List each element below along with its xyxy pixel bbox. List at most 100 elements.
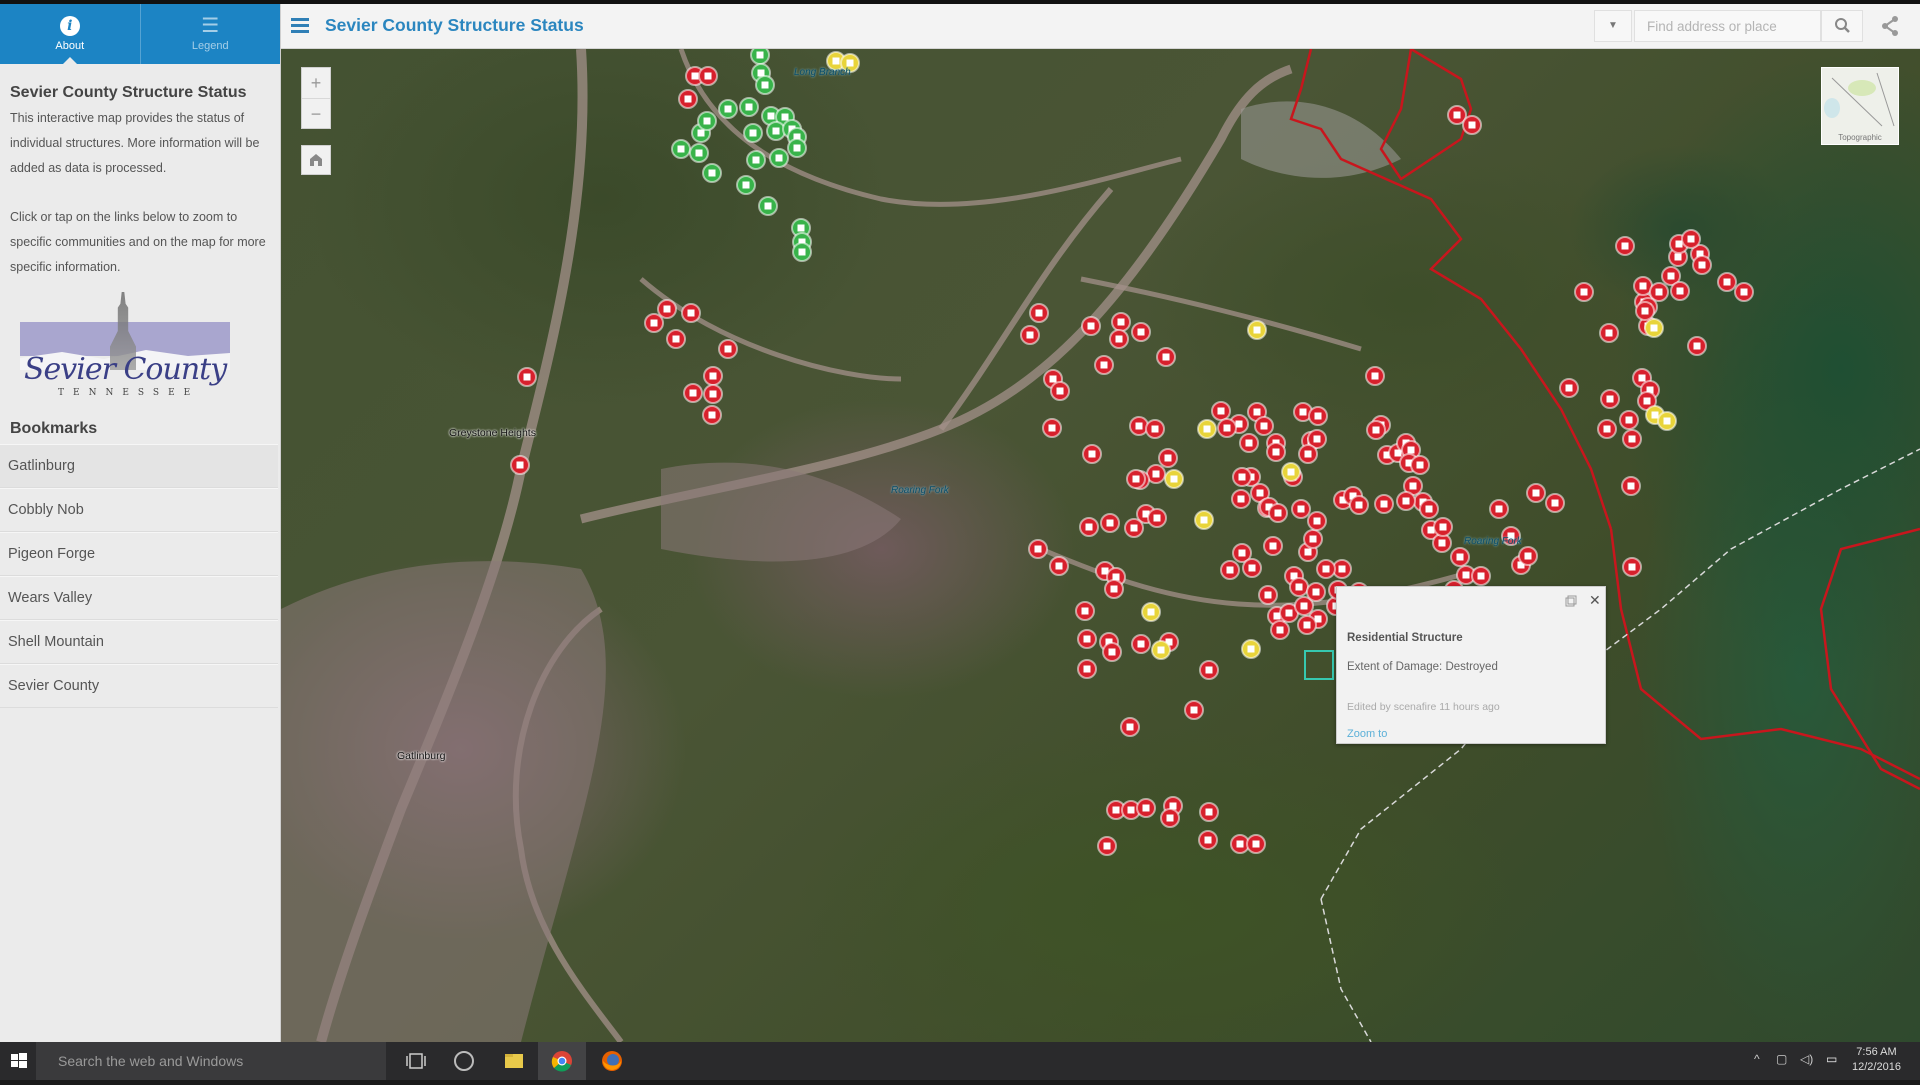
structure-marker-no-damage[interactable] [697, 111, 717, 131]
cortana-icon[interactable] [452, 1049, 476, 1073]
structure-marker-destroyed[interactable] [1258, 585, 1278, 605]
structure-marker-destroyed[interactable] [1600, 389, 1620, 409]
structure-marker-destroyed[interactable] [1239, 433, 1259, 453]
structure-marker-no-damage[interactable] [702, 163, 722, 183]
structure-marker-no-damage[interactable] [755, 75, 775, 95]
structure-marker-destroyed[interactable] [1211, 401, 1231, 421]
bookmark-shell-mountain[interactable]: Shell Mountain [0, 620, 278, 664]
structure-marker-destroyed[interactable] [1270, 620, 1290, 640]
structure-marker-destroyed[interactable] [1120, 717, 1140, 737]
maximize-icon[interactable] [1565, 595, 1577, 607]
bookmark-sevier-county[interactable]: Sevier County [0, 664, 278, 708]
structure-marker-destroyed[interactable] [1670, 281, 1690, 301]
structure-marker-destroyed[interactable] [657, 299, 677, 319]
structure-marker-destroyed[interactable] [1597, 419, 1617, 439]
structure-marker-destroyed[interactable] [1450, 547, 1470, 567]
structure-marker-destroyed[interactable] [1082, 444, 1102, 464]
structure-marker-destroyed[interactable] [1289, 577, 1309, 597]
structure-marker-destroyed[interactable] [1231, 489, 1251, 509]
structure-marker-destroyed[interactable] [703, 384, 723, 404]
structure-marker-destroyed[interactable] [1692, 255, 1712, 275]
zoom-out-button[interactable]: − [302, 98, 330, 129]
structure-marker-no-damage[interactable] [769, 148, 789, 168]
structure-marker-no-damage[interactable] [787, 138, 807, 158]
structure-marker-destroyed[interactable] [1109, 329, 1129, 349]
task-view-icon[interactable] [404, 1049, 428, 1073]
structure-marker-damaged[interactable] [1657, 411, 1677, 431]
structure-marker-destroyed[interactable] [1410, 455, 1430, 475]
structure-marker-damaged[interactable] [1241, 639, 1261, 659]
bookmark-wears-valley[interactable]: Wears Valley [0, 576, 278, 620]
structure-marker-destroyed[interactable] [1615, 236, 1635, 256]
structure-marker-destroyed[interactable] [1049, 556, 1069, 576]
structure-marker-destroyed[interactable] [1242, 558, 1262, 578]
structure-marker-destroyed[interactable] [1433, 517, 1453, 537]
structure-marker-damaged[interactable] [1281, 462, 1301, 482]
structure-marker-destroyed[interactable] [1100, 513, 1120, 533]
structure-marker-destroyed[interactable] [1246, 834, 1266, 854]
taskbar-clock[interactable]: 7:56 AM 12/2/2016 [1852, 1045, 1901, 1075]
zoom-to-link[interactable]: Zoom to [1347, 728, 1387, 740]
structure-marker-destroyed[interactable] [1635, 301, 1655, 321]
structure-marker-destroyed[interactable] [1111, 312, 1131, 332]
structure-marker-destroyed[interactable] [1198, 830, 1218, 850]
structure-marker-damaged[interactable] [1194, 510, 1214, 530]
taskbar-search[interactable]: Search the web and Windows [36, 1042, 386, 1080]
structure-marker-destroyed[interactable] [1184, 700, 1204, 720]
structure-marker-damaged[interactable] [1247, 320, 1267, 340]
tray-expand-icon[interactable]: ^ [1754, 1052, 1760, 1066]
search-input[interactable] [1634, 10, 1821, 42]
structure-marker-destroyed[interactable] [1079, 517, 1099, 537]
structure-marker-destroyed[interactable] [1734, 282, 1754, 302]
structure-marker-destroyed[interactable] [1077, 629, 1097, 649]
structure-marker-destroyed[interactable] [678, 89, 698, 109]
structure-marker-no-damage[interactable] [792, 242, 812, 262]
share-button[interactable] [1871, 10, 1911, 42]
basemap-toggle[interactable]: Topographic [1821, 67, 1899, 145]
structure-marker-destroyed[interactable] [683, 383, 703, 403]
close-icon[interactable]: ✕ [1589, 593, 1601, 607]
structure-marker-destroyed[interactable] [1263, 536, 1283, 556]
chrome-taskbar-button[interactable] [538, 1042, 586, 1080]
zoom-in-button[interactable]: + [302, 68, 330, 98]
action-center-icon[interactable]: ▭ [1826, 1052, 1837, 1066]
structure-marker-destroyed[interactable] [702, 405, 722, 425]
structure-marker-destroyed[interactable] [1077, 659, 1097, 679]
structure-marker-damaged[interactable] [1644, 318, 1664, 338]
structure-marker-destroyed[interactable] [1308, 406, 1328, 426]
structure-marker-destroyed[interactable] [1621, 476, 1641, 496]
structure-marker-destroyed[interactable] [1126, 469, 1146, 489]
structure-marker-destroyed[interactable] [1574, 282, 1594, 302]
structure-marker-damaged[interactable] [1141, 602, 1161, 622]
structure-marker-destroyed[interactable] [718, 339, 738, 359]
structure-marker-destroyed[interactable] [1266, 442, 1286, 462]
tab-legend[interactable]: ☰ Legend [139, 4, 281, 64]
structure-marker-destroyed[interactable] [1104, 579, 1124, 599]
structure-marker-destroyed[interactable] [1316, 559, 1336, 579]
structure-marker-destroyed[interactable] [1097, 836, 1117, 856]
structure-marker-no-damage[interactable] [743, 123, 763, 143]
search-button[interactable] [1821, 10, 1863, 42]
structure-marker-destroyed[interactable] [1307, 511, 1327, 531]
structure-marker-destroyed[interactable] [1545, 493, 1565, 513]
structure-marker-destroyed[interactable] [1145, 419, 1165, 439]
structure-marker-destroyed[interactable] [644, 313, 664, 333]
structure-marker-destroyed[interactable] [1160, 808, 1180, 828]
structure-marker-damaged[interactable] [1197, 419, 1217, 439]
structure-marker-destroyed[interactable] [1306, 582, 1326, 602]
structure-marker-destroyed[interactable] [1136, 798, 1156, 818]
structure-marker-destroyed[interactable] [1365, 366, 1385, 386]
structure-marker-destroyed[interactable] [1291, 499, 1311, 519]
bookmark-pigeon-forge[interactable]: Pigeon Forge [0, 532, 278, 576]
structure-marker-destroyed[interactable] [1717, 272, 1737, 292]
structure-marker-destroyed[interactable] [1518, 546, 1538, 566]
structure-marker-no-damage[interactable] [718, 99, 738, 119]
structure-marker-destroyed[interactable] [1419, 499, 1439, 519]
structure-marker-destroyed[interactable] [1268, 503, 1288, 523]
structure-marker-destroyed[interactable] [1129, 416, 1149, 436]
structure-marker-destroyed[interactable] [1217, 418, 1237, 438]
structure-marker-damaged[interactable] [1151, 640, 1171, 660]
structure-marker-destroyed[interactable] [1042, 418, 1062, 438]
structure-marker-destroyed[interactable] [1462, 115, 1482, 135]
structure-marker-destroyed[interactable] [666, 329, 686, 349]
